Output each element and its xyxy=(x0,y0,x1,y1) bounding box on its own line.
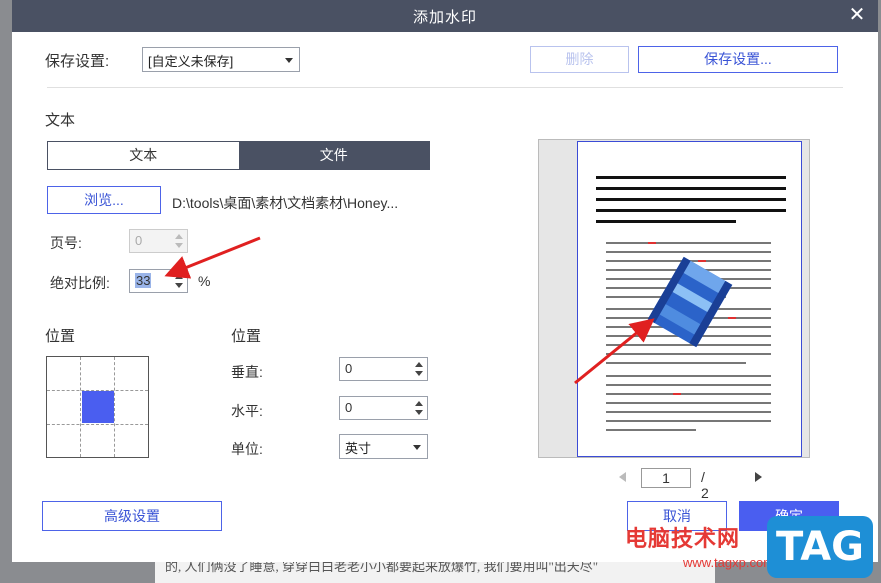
text-section-heading: 文本 xyxy=(45,112,76,129)
position-center-cell[interactable] xyxy=(82,391,114,423)
save-settings-button[interactable]: 保存设置... xyxy=(638,46,838,73)
vertical-stepper[interactable]: 0 xyxy=(339,357,428,381)
site-watermark-url: www.tagxp.com xyxy=(683,555,775,570)
absolute-scale-label: 绝对比例: xyxy=(50,275,110,291)
source-tabs: 文本 文件 xyxy=(47,141,430,170)
dialog-title: 添加水印 xyxy=(412,9,477,26)
close-icon[interactable]: ✕ xyxy=(846,4,868,26)
dialog-titlebar: 添加水印 ✕ xyxy=(12,0,878,32)
current-page-input[interactable]: 1 xyxy=(641,468,691,488)
stepper-down-icon[interactable] xyxy=(415,371,423,376)
total-pages: / 2 xyxy=(701,469,709,501)
chevron-down-icon xyxy=(285,58,293,63)
tab-file[interactable]: 文件 xyxy=(238,142,429,169)
stepper-down-icon[interactable] xyxy=(175,283,183,288)
page-number-stepper: 0 xyxy=(129,229,188,253)
vertical-value[interactable]: 0 xyxy=(345,361,352,376)
watermark-preview xyxy=(538,139,810,458)
grid-line xyxy=(114,357,115,457)
absolute-scale-stepper[interactable]: 33 xyxy=(129,269,188,293)
stepper-up-icon[interactable] xyxy=(175,274,183,279)
prev-page-icon[interactable] xyxy=(619,472,626,482)
site-watermark-name: 电脑技术网 xyxy=(625,526,741,551)
divider xyxy=(47,87,843,88)
position-grid[interactable] xyxy=(46,356,149,458)
position-heading-right: 位置 xyxy=(231,328,262,345)
chevron-down-icon xyxy=(413,445,421,450)
horizontal-value[interactable]: 0 xyxy=(345,400,352,415)
save-settings-label: 保存设置: xyxy=(45,53,110,70)
horizontal-label: 水平: xyxy=(231,403,263,419)
page-number-value: 0 xyxy=(135,233,143,248)
add-watermark-dialog: 添加水印 ✕ 保存设置: [自定义未保存] 删除 保存设置... 文本 文本 文… xyxy=(12,0,878,562)
next-page-icon[interactable] xyxy=(755,472,762,482)
stepper-down-icon[interactable] xyxy=(415,410,423,415)
vertical-label: 垂直: xyxy=(231,364,263,380)
background-document-text: 的, 人们俩没了睡意, 穿穿白白老老小小都要起来放爆竹, 我们要用叫"出天尽" xyxy=(155,560,715,583)
preset-select-value: [自定义未保存] xyxy=(148,54,234,69)
stepper-up-icon xyxy=(175,234,183,239)
grid-line xyxy=(80,357,81,457)
position-heading-left: 位置 xyxy=(45,328,76,345)
page-number-label: 页号: xyxy=(50,235,82,251)
unit-select[interactable]: 英寸 xyxy=(339,434,428,459)
stepper-up-icon[interactable] xyxy=(415,401,423,406)
absolute-scale-value[interactable]: 33 xyxy=(135,273,152,288)
stepper-down-icon xyxy=(175,243,183,248)
file-path: D:\tools\桌面\素材\文档素材\Honey... xyxy=(172,195,399,211)
scale-unit-label: % xyxy=(198,273,211,289)
preview-page xyxy=(577,141,802,457)
preset-select[interactable]: [自定义未保存] xyxy=(142,47,300,72)
browse-button[interactable]: 浏览... xyxy=(47,186,161,214)
unit-label: 单位: xyxy=(231,441,263,457)
tab-text[interactable]: 文本 xyxy=(48,142,239,169)
stepper-up-icon[interactable] xyxy=(415,362,423,367)
site-tag-badge: TAG xyxy=(767,516,873,578)
advanced-settings-button[interactable]: 高级设置 xyxy=(42,501,222,531)
grid-line xyxy=(47,424,148,425)
delete-button[interactable]: 删除 xyxy=(530,46,629,73)
horizontal-stepper[interactable]: 0 xyxy=(339,396,428,420)
unit-select-value: 英寸 xyxy=(345,441,372,456)
preview-page-content xyxy=(596,176,786,431)
